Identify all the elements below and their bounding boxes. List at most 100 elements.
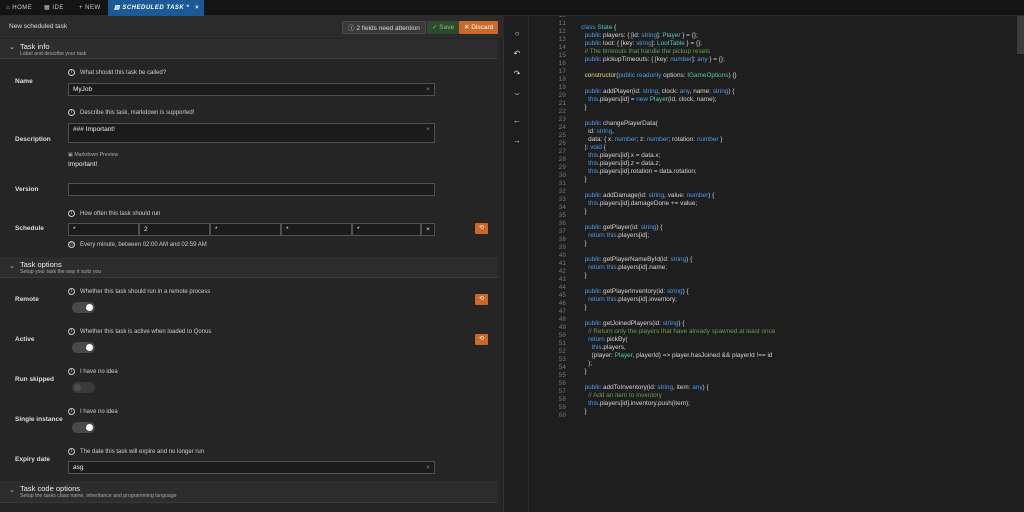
tab-home[interactable]: ⌂ HOME (6, 0, 32, 16)
undo-icon[interactable]: ↶ (510, 48, 524, 60)
line-number: 46 (558, 300, 566, 307)
line-number: 11 (558, 20, 566, 27)
line-number: 15 (558, 52, 566, 59)
run-skipped-label: Run skipped (15, 376, 55, 383)
info-icon: i (68, 368, 75, 375)
line-number: 16 (558, 60, 566, 67)
chevron-down-icon: ⌄ (9, 487, 15, 494)
line-number: 13 (558, 36, 566, 43)
reset-remote-button[interactable]: ⟲ (475, 294, 488, 305)
version-label: Version (15, 186, 39, 193)
toggle-knob (86, 344, 93, 351)
task-options-header[interactable]: ⌄ Task options Setup your task the way i… (0, 257, 498, 278)
tab-scheduled-task[interactable]: ▤ SCHEDULED TASK * × (108, 0, 204, 16)
line-number: 55 (558, 372, 566, 379)
line-number: 27 (558, 148, 566, 155)
expiry-value: asg (73, 464, 84, 471)
cron-weekday-input[interactable]: * (352, 223, 421, 236)
arrow-right-icon[interactable]: → (510, 135, 524, 147)
cron-month-input[interactable]: * (281, 223, 352, 236)
task-info-title: Task info (20, 42, 50, 51)
line-number: 43 (558, 276, 566, 283)
page-title: New scheduled task (9, 23, 68, 30)
attention-badge[interactable]: ⓘ 2 fields need attention (342, 21, 426, 34)
clear-schedule-button[interactable]: × (421, 223, 435, 236)
form-header: New scheduled task ⓘ 2 fields need atten… (0, 16, 504, 38)
save-button[interactable]: ✓ Save (427, 21, 460, 34)
line-number: 12 (558, 28, 566, 35)
info-icon: i (68, 109, 75, 116)
line-number-gutter: 1011121314151617181920212223242526272829… (530, 16, 574, 512)
chevron-down-icon: ⌄ (9, 44, 15, 51)
line-number: 37 (558, 228, 566, 235)
name-label: Name (15, 78, 33, 85)
active-toggle[interactable] (72, 342, 95, 353)
line-number: 48 (558, 316, 566, 323)
markdown-preview-label: ▣ Markdown Preview (68, 152, 119, 158)
top-tab-bar: ⌂ HOME ▦ IDE + NEW ▤ SCHEDULED TASK * × (0, 0, 1024, 16)
line-number: 60 (558, 412, 566, 419)
expiry-label: Expiry date (15, 456, 51, 463)
line-number: 24 (558, 124, 566, 131)
discard-button[interactable]: ✕ Discard (459, 21, 499, 34)
run-skipped-toggle[interactable] (72, 382, 95, 393)
task-form-panel: New scheduled task ⓘ 2 fields need atten… (0, 16, 504, 512)
redo-icon[interactable]: ↷ (510, 68, 524, 80)
info-icon: i (68, 69, 75, 76)
line-number: 33 (558, 196, 566, 203)
remote-label: Remote (15, 296, 39, 303)
code-text[interactable]: ​ class State { public players: { [id: s… (581, 16, 775, 416)
line-number: 22 (558, 108, 566, 115)
line-number: 31 (558, 180, 566, 187)
reset-active-button[interactable]: ⟲ (475, 334, 488, 345)
line-number: 23 (558, 116, 566, 123)
line-number: 59 (558, 404, 566, 411)
expiry-input[interactable]: asg × (68, 461, 435, 474)
description-value: ### Important! (73, 126, 115, 133)
line-number: 49 (558, 324, 566, 331)
fold-icon[interactable]: ⌣ (510, 88, 524, 100)
line-number: 35 (558, 212, 566, 219)
task-code-options-header[interactable]: ⌄ Task code options Setup the tasks clas… (0, 481, 498, 503)
circle-icon[interactable]: ○ (510, 28, 524, 40)
line-number: 20 (558, 92, 566, 99)
clear-icon[interactable]: × (426, 124, 430, 135)
code-editor[interactable]: 1011121314151617181920212223242526272829… (530, 16, 1024, 512)
clear-icon[interactable]: × (426, 462, 430, 473)
tab-ide[interactable]: ▦ IDE (44, 0, 64, 16)
info-icon: i (68, 328, 75, 335)
line-number: 25 (558, 132, 566, 139)
history-icon: ⟲ (478, 225, 485, 231)
toggle-knob (86, 304, 93, 311)
cron-minute-input[interactable]: * (68, 223, 139, 236)
description-hint: Describe this task, markdown is supporte… (80, 110, 195, 116)
name-input[interactable]: MyJob × (68, 83, 435, 96)
line-number: 39 (558, 244, 566, 251)
line-number: 26 (558, 140, 566, 147)
version-input[interactable] (68, 183, 435, 196)
run-skipped-hint: I have no idea (80, 369, 118, 375)
task-code-subtitle: Setup the tasks class name, inheritance … (20, 493, 177, 499)
close-icon[interactable]: × (195, 0, 199, 16)
arrow-left-icon[interactable]: ← (510, 115, 524, 127)
task-info-header[interactable]: ⌄ Task info Label and describe your task (0, 39, 498, 59)
line-number: 45 (558, 292, 566, 299)
cron-day-input[interactable]: * (210, 223, 281, 236)
reset-schedule-button[interactable]: ⟲ (475, 223, 488, 234)
remote-toggle[interactable] (72, 302, 95, 313)
line-number: 17 (558, 68, 566, 75)
cron-hour-input[interactable]: 2 (139, 223, 210, 236)
tab-new[interactable]: + NEW (79, 0, 101, 16)
line-number: 41 (558, 260, 566, 267)
toggle-knob (86, 424, 93, 431)
line-number: 18 (558, 76, 566, 83)
chevron-down-icon: ⌄ (9, 263, 15, 270)
schedule-summary: Every minute, between 02:00 AM and 02:59… (80, 242, 207, 248)
clear-icon[interactable]: × (426, 84, 430, 95)
editor-scrollbar[interactable] (1017, 16, 1024, 54)
description-input[interactable]: ### Important! × (68, 123, 435, 143)
expiry-hint: The date this task will expire and no lo… (80, 449, 205, 455)
info-icon: i (68, 288, 75, 295)
active-label: Active (15, 336, 35, 343)
single-instance-toggle[interactable] (72, 422, 95, 433)
